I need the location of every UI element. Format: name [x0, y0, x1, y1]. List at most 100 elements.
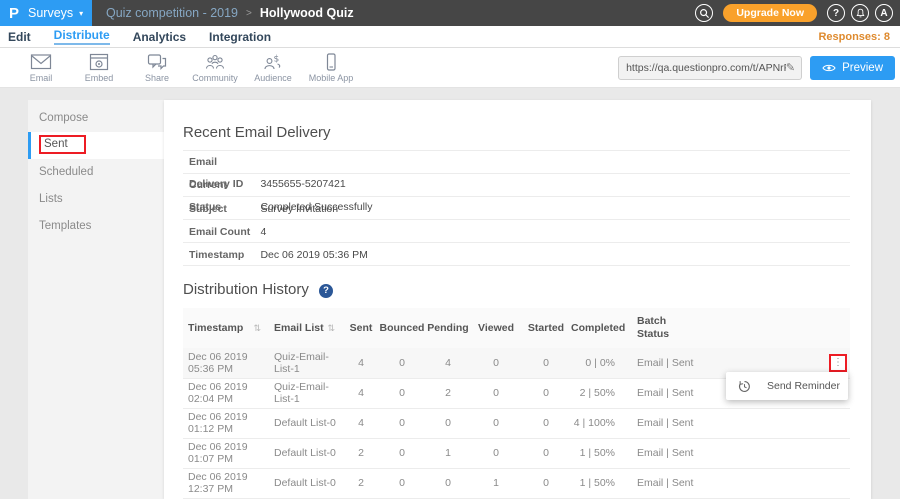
detail-row: Current Status Completed Successfully [183, 174, 850, 197]
cell-batch-status: Email | Sent [623, 378, 713, 408]
sidebar-item-sent[interactable]: Sent [28, 132, 164, 159]
cell-email-list: Default List-0 [269, 438, 343, 468]
cell-batch-status: Email | Sent [623, 438, 713, 468]
channel-audience[interactable]: $ Audience [244, 53, 302, 83]
history-row[interactable]: Dec 06 2019 01:12 PM Default List-0 4 0 … [183, 408, 850, 438]
cell-timestamp: Dec 06 2019 02:04 PM [183, 378, 269, 408]
channel-label: Audience [254, 73, 292, 83]
responses-count[interactable]: Responses: 8 [818, 31, 890, 43]
channel-share[interactable]: Share [128, 53, 186, 83]
row-context-menu: Send Reminder [726, 372, 848, 400]
cell-bounced: 0 [379, 348, 425, 378]
surveys-menu[interactable]: Surveys [28, 6, 73, 20]
cell-viewed: 0 [471, 438, 521, 468]
col-batch-status: Batch Status [623, 308, 713, 348]
channel-community[interactable]: Community [186, 53, 244, 83]
cell-sent: 4 [343, 408, 379, 438]
cell-sent: 2 [343, 468, 379, 498]
svg-text:$: $ [274, 54, 280, 64]
tab-integration[interactable]: Integration [209, 30, 271, 44]
cell-batch-status: Email | Sent [623, 408, 713, 438]
sent-content-panel: Recent Email Delivery Email Delivery ID … [164, 100, 871, 499]
timestamp-value: Dec 06 2019 05:36 PM [260, 249, 367, 261]
col-completed: Completed [571, 308, 623, 348]
cell-bounced: 0 [379, 468, 425, 498]
col-started: Started [521, 308, 571, 348]
channel-mobile-app[interactable]: Mobile App [302, 53, 360, 83]
help-button[interactable]: ? [827, 4, 845, 22]
history-help-icon[interactable]: ? [319, 284, 333, 298]
sent-annotation-box: Sent [39, 135, 86, 154]
cell-sent: 2 [343, 438, 379, 468]
cell-actions [713, 468, 850, 498]
cell-completed: 0 | 0% [571, 348, 623, 378]
sort-icon[interactable]: ⇅ [327, 323, 335, 334]
channel-label: Mobile App [309, 73, 354, 83]
tab-edit[interactable]: Edit [8, 30, 31, 44]
share-icon [147, 53, 167, 71]
row-menu-button[interactable]: ⋮ [829, 354, 847, 372]
survey-url-value[interactable]: https://qa.questionpro.com/t/APNrFZf2S [619, 62, 786, 74]
col-timestamp[interactable]: Timestamp⇅ [183, 308, 269, 348]
edit-url-icon[interactable]: ✎ [786, 61, 801, 74]
cell-completed: 4 | 100% [571, 408, 623, 438]
email-icon [30, 53, 52, 71]
cell-email-list: Default List-0 [269, 408, 343, 438]
avatar[interactable]: A [875, 4, 893, 22]
reminder-clock-icon [738, 380, 751, 393]
cell-actions [713, 438, 850, 468]
cell-viewed: 1 [471, 468, 521, 498]
channel-email[interactable]: Email [12, 53, 70, 83]
detail-label: Email Count [183, 221, 256, 243]
app-logo-area[interactable]: P Surveys ▾ [0, 0, 92, 26]
cell-sent: 4 [343, 378, 379, 408]
breadcrumb-parent[interactable]: Quiz competition - 2019 [106, 6, 238, 20]
search-button[interactable] [695, 4, 713, 22]
recent-delivery-title: Recent Email Delivery [183, 124, 850, 141]
preview-button[interactable]: Preview [810, 56, 895, 80]
survey-url-field[interactable]: https://qa.questionpro.com/t/APNrFZf2S ✎ [618, 56, 802, 80]
cell-timestamp: Dec 06 2019 01:12 PM [183, 408, 269, 438]
chevron-down-icon: ▾ [79, 9, 83, 18]
audience-icon: $ [263, 53, 283, 71]
col-pending: Pending [425, 308, 471, 348]
send-reminder-label: Send Reminder [767, 380, 840, 392]
subject-value: Survey Invitation [260, 203, 338, 215]
sidebar-item-compose[interactable]: Compose [28, 105, 164, 132]
cell-email-list: Quiz-Email-List-1 [269, 348, 343, 378]
cell-sent: 4 [343, 348, 379, 378]
cell-bounced: 0 [379, 378, 425, 408]
cell-started: 0 [521, 438, 571, 468]
cell-pending: 1 [425, 438, 471, 468]
cell-email-list: Default List-0 [269, 468, 343, 498]
detail-row: Email Count 4 [183, 220, 850, 243]
detail-row: Email Delivery ID 3455655-5207421 [183, 151, 850, 174]
col-email-list[interactable]: Email List⇅ [269, 308, 343, 348]
history-row[interactable]: Dec 06 2019 01:07 PM Default List-0 2 0 … [183, 438, 850, 468]
notifications-button[interactable] [851, 4, 869, 22]
detail-row: Timestamp Dec 06 2019 05:36 PM [183, 243, 850, 266]
col-viewed: Viewed [471, 308, 521, 348]
channel-label: Embed [85, 73, 114, 83]
top-bar: P Surveys ▾ Quiz competition - 2019 > Ho… [0, 0, 900, 26]
channel-embed[interactable]: Embed [70, 53, 128, 83]
history-row[interactable]: Dec 06 2019 12:37 PM Default List-0 2 0 … [183, 468, 850, 498]
detail-label: Subject [183, 198, 256, 220]
recent-delivery-table: Email Delivery ID 3455655-5207421 Curren… [183, 150, 850, 266]
table-header-row: Timestamp⇅ Email List⇅ Sent Bounced Pend… [183, 308, 850, 348]
distribution-history-label: Distribution History [183, 281, 309, 298]
upgrade-now-button[interactable]: Upgrade Now [723, 4, 817, 22]
tab-analytics[interactable]: Analytics [133, 30, 186, 44]
channel-label: Email [30, 73, 53, 83]
sidebar-item-templates[interactable]: Templates [28, 213, 164, 240]
cell-batch-status: Email | Sent [623, 468, 713, 498]
topbar-actions: Upgrade Now ? A [695, 4, 900, 22]
col-bounced: Bounced [379, 308, 425, 348]
tab-distribute[interactable]: Distribute [54, 28, 110, 45]
sort-icon[interactable]: ⇅ [253, 323, 261, 334]
embed-icon [89, 53, 109, 71]
send-reminder-menu-item[interactable]: Send Reminder [726, 372, 848, 400]
detail-label: Timestamp [183, 244, 256, 266]
sidebar-item-lists[interactable]: Lists [28, 186, 164, 213]
sidebar-item-scheduled[interactable]: Scheduled [28, 159, 164, 186]
